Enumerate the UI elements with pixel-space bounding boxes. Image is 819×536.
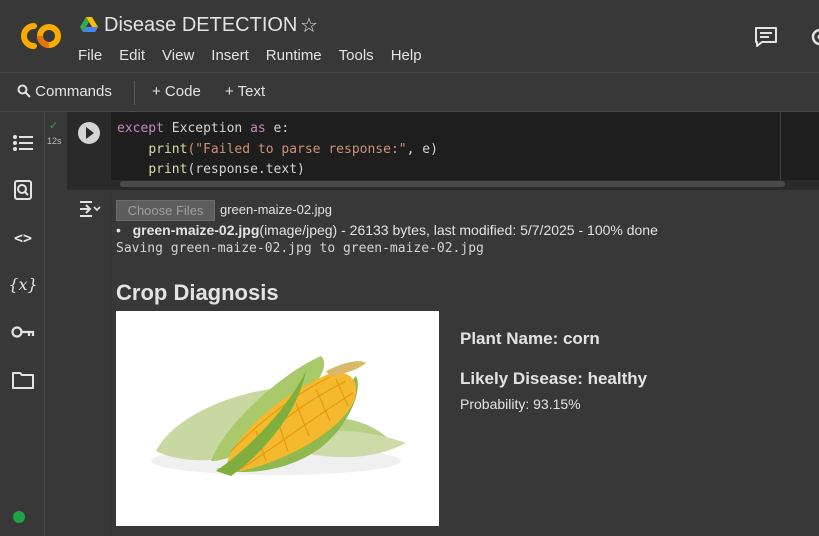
menu-bar: File Edit View Insert Runtime Tools Help xyxy=(78,47,422,64)
code-snippets-icon[interactable]: <> xyxy=(11,226,35,250)
output-actions-icon[interactable] xyxy=(78,199,102,219)
probability-result: Probability: 93.15% xyxy=(460,396,581,412)
notebook-toolbar: Commands + Code + Text xyxy=(0,72,819,112)
menu-view[interactable]: View xyxy=(162,47,194,64)
uploaded-file-item: • green-maize-02.jpg(image/jpeg) - 26133… xyxy=(116,222,658,238)
code-token: (response.text) xyxy=(187,162,305,177)
bullet: • xyxy=(116,222,133,238)
colab-logo[interactable] xyxy=(16,18,64,54)
corn-illustration xyxy=(151,356,406,476)
drive-icon xyxy=(80,17,98,32)
star-icon[interactable]: ☆ xyxy=(300,13,318,38)
choose-files-button[interactable]: Choose Files xyxy=(116,200,215,221)
output-gutter xyxy=(67,190,111,536)
code-text[interactable]: except Exception as e: print("Failed to … xyxy=(117,119,438,181)
menu-insert[interactable]: Insert xyxy=(211,47,249,64)
commands-button[interactable]: Commands xyxy=(17,83,112,100)
code-snippets-glyph: <> xyxy=(13,229,33,247)
corn-image xyxy=(116,311,439,526)
uploaded-file-detail: (image/jpeg) - 26133 bytes, last modifie… xyxy=(259,222,658,238)
function-print: print xyxy=(148,162,188,177)
add-text-button[interactable]: + Text xyxy=(225,83,265,100)
search-icon xyxy=(17,84,31,98)
files-folder-icon[interactable] xyxy=(11,368,35,392)
keyword-except: except xyxy=(117,121,164,136)
menu-edit[interactable]: Edit xyxy=(119,47,145,64)
secrets-key-icon[interactable] xyxy=(11,320,35,344)
commands-label: Commands xyxy=(35,83,112,100)
chosen-file-name: green-maize-02.jpg xyxy=(220,202,333,217)
toolbar-divider xyxy=(134,81,135,105)
menu-runtime[interactable]: Runtime xyxy=(266,47,322,64)
menu-file[interactable]: File xyxy=(78,47,102,64)
string-literal: ("Failed to parse response:" xyxy=(187,141,407,157)
code-token: Exception xyxy=(163,121,251,136)
variables-glyph: {x} xyxy=(8,274,38,294)
executed-check-icon: ✓ xyxy=(49,120,59,132)
function-print: print xyxy=(148,141,188,157)
top-bar: Disease DETECTION ☆ File Edit View Inser… xyxy=(0,0,819,72)
execution-time: 12s xyxy=(47,136,62,146)
table-of-contents-icon[interactable] xyxy=(11,131,35,155)
code-line-2: print("Failed to parse response:", e) xyxy=(117,142,438,157)
uploaded-file-name: green-maize-02.jpg xyxy=(132,222,260,238)
runtime-status-indicator[interactable] xyxy=(13,511,25,523)
plant-name-result: Plant Name: corn xyxy=(460,329,600,348)
notebook-title[interactable]: Disease DETECTION xyxy=(104,14,297,37)
menu-tools[interactable]: Tools xyxy=(339,47,374,64)
saving-message: Saving green-maize-02.jpg to green-maize… xyxy=(116,241,484,256)
crop-diagnosis-heading: Crop Diagnosis xyxy=(116,280,279,305)
run-cell-button[interactable] xyxy=(78,122,100,144)
add-code-button[interactable]: + Code xyxy=(152,83,201,100)
settings-icon[interactable] xyxy=(808,26,819,48)
code-line-1: except Exception as e: xyxy=(117,121,289,136)
code-line-3: print(response.text) xyxy=(117,162,305,177)
find-replace-icon[interactable] xyxy=(11,178,35,202)
code-token: e: xyxy=(265,121,290,136)
left-sidebar: <> {x} xyxy=(0,112,45,536)
comment-icon[interactable] xyxy=(754,26,778,48)
editor-ruler xyxy=(780,112,781,182)
likely-disease-result: Likely Disease: healthy xyxy=(460,369,648,388)
menu-help[interactable]: Help xyxy=(391,47,422,64)
code-token: , e) xyxy=(406,141,438,157)
variables-icon[interactable]: {x} xyxy=(8,272,38,296)
code-scrollbar-thumb[interactable] xyxy=(120,181,785,187)
keyword-as: as xyxy=(250,121,266,136)
